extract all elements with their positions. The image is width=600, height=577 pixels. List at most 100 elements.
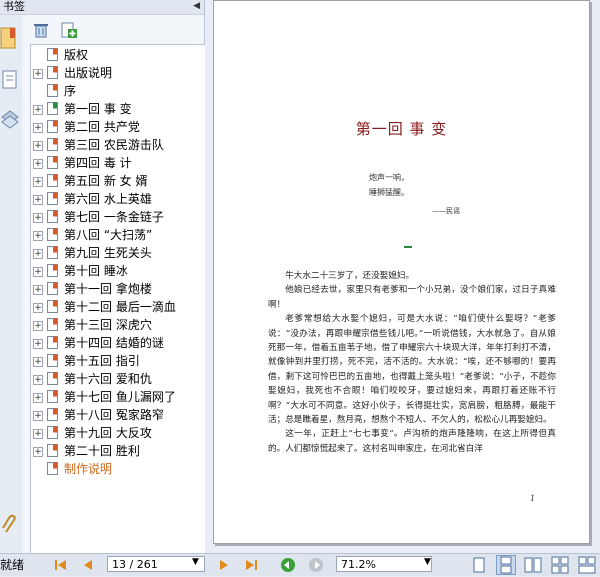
paragraph: 这一年，正赶上“七七事变”。卢沟桥的炮声隆隆响，在这上所得但真的。人们都惊慌起来… bbox=[268, 429, 556, 454]
bookmark-item[interactable]: + 第十九回 大反攻 bbox=[31, 424, 221, 442]
bookmark-icon bbox=[47, 102, 58, 115]
expand-icon[interactable]: + bbox=[33, 375, 43, 385]
paragraph: 牛大水二十三岁了，还没娶媳妇。 bbox=[285, 271, 415, 281]
bookmark-item[interactable]: + 第八回 “大扫荡” bbox=[31, 226, 221, 244]
expand-icon[interactable]: + bbox=[33, 267, 43, 277]
new-bookmark-icon[interactable] bbox=[60, 21, 78, 39]
bookmark-label: 第十一回 拿炮楼 bbox=[64, 282, 152, 296]
bookmark-icon bbox=[47, 300, 58, 313]
expand-icon[interactable]: + bbox=[33, 285, 43, 295]
bookmark-label: 第十八回 冤家路窄 bbox=[64, 408, 164, 422]
bookmark-item[interactable]: + 第十三回 深虎穴 bbox=[31, 316, 221, 334]
bookmark-icon bbox=[47, 336, 58, 349]
expand-icon[interactable]: + bbox=[33, 213, 43, 223]
bookmark-label: 第七回 一条金链子 bbox=[64, 210, 164, 224]
expand-icon[interactable]: + bbox=[33, 321, 43, 331]
bookmark-icon bbox=[47, 444, 58, 457]
bookmark-item[interactable]: + 第十五回 指引 bbox=[31, 352, 221, 370]
bookmark-icon bbox=[47, 354, 58, 367]
continuous-view-icon[interactable] bbox=[496, 555, 516, 575]
bookmarks-tab-icon[interactable] bbox=[0, 26, 20, 52]
expand-icon[interactable]: + bbox=[33, 177, 43, 187]
bookmark-item[interactable]: + 第六回 水上英雄 bbox=[31, 190, 221, 208]
expand-icon[interactable]: + bbox=[33, 231, 43, 241]
bookmark-label: 第三回 农民游击队 bbox=[64, 138, 164, 152]
bookmark-item[interactable]: + 第五回 新 女 婿 bbox=[31, 172, 221, 190]
bookmark-item[interactable]: + 第十一回 拿炮楼 bbox=[31, 280, 221, 298]
page-dropdown-chevron-icon[interactable]: ▼ bbox=[192, 557, 199, 567]
bookmark-item[interactable]: + 第十七回 鱼儿漏网了 bbox=[31, 388, 221, 406]
expand-icon[interactable]: + bbox=[33, 411, 43, 421]
bookmark-item[interactable]: + 第九回 生死关头 bbox=[31, 244, 221, 262]
bookmark-label: 第六回 水上英雄 bbox=[64, 192, 152, 206]
bookmark-icon bbox=[47, 390, 58, 403]
collapse-panel-icon[interactable]: ◀ bbox=[193, 1, 200, 11]
expand-icon[interactable]: + bbox=[33, 141, 43, 151]
bookmark-item[interactable]: + 第十四回 结婚的谜 bbox=[31, 334, 221, 352]
last-page-button[interactable] bbox=[243, 557, 259, 573]
status-text: 就绪 bbox=[0, 558, 25, 572]
cover-view-icon[interactable] bbox=[578, 556, 596, 574]
status-bar: 就绪 13 / 261 ▼ 71.2% ▼ bbox=[0, 553, 600, 576]
single-page-view-icon[interactable] bbox=[470, 556, 488, 574]
zoom-input[interactable]: 71.2% bbox=[336, 556, 432, 572]
next-page-button[interactable] bbox=[216, 557, 232, 573]
facing-view-icon[interactable] bbox=[524, 556, 542, 574]
bookmark-item[interactable]: + 第二回 共产党 bbox=[31, 118, 221, 136]
bookmark-label: 第十九回 大反攻 bbox=[64, 426, 152, 440]
bookmark-item[interactable]: 制作说明 bbox=[31, 460, 221, 478]
bookmarks-toolbar bbox=[22, 15, 204, 45]
bookmark-item[interactable]: + 第十八回 冤家路窄 bbox=[31, 406, 221, 424]
bookmark-icon bbox=[47, 462, 58, 475]
pages-tab-icon[interactable] bbox=[0, 68, 20, 94]
page-number: 1 bbox=[530, 494, 536, 503]
section-mark bbox=[404, 246, 412, 248]
bookmark-icon bbox=[47, 120, 58, 133]
continuous-facing-view-icon[interactable] bbox=[551, 556, 569, 574]
bookmark-item[interactable]: + 第二十回 胜利 bbox=[31, 442, 221, 460]
expand-icon[interactable]: + bbox=[33, 429, 43, 439]
bookmark-icon bbox=[47, 138, 58, 151]
expand-icon[interactable]: + bbox=[33, 195, 43, 205]
attachments-tab-icon[interactable] bbox=[0, 512, 20, 538]
bookmark-item[interactable]: + 第一回 事 变 bbox=[31, 100, 221, 118]
bookmark-label: 第十四回 结婚的谜 bbox=[64, 336, 164, 350]
zoom-dropdown-chevron-icon[interactable]: ▼ bbox=[424, 557, 431, 567]
expand-icon[interactable]: + bbox=[33, 249, 43, 259]
bookmark-item[interactable]: + 第十六回 爱和仇 bbox=[31, 370, 221, 388]
expand-icon[interactable]: + bbox=[33, 69, 43, 79]
page-number-input[interactable]: 13 / 261 bbox=[107, 556, 205, 572]
document-page: 第一回 事 变 炮声一响， 睡狮猛醒。 ——民谣 牛大水二十三岁了，还没娶媳妇。… bbox=[213, 0, 590, 544]
expand-icon[interactable]: + bbox=[33, 105, 43, 115]
bookmark-item[interactable]: + 第三回 农民游击队 bbox=[31, 136, 221, 154]
bookmark-label: 第十三回 深虎穴 bbox=[64, 318, 152, 332]
bookmark-item[interactable]: + 出版说明 bbox=[31, 64, 221, 82]
expand-icon[interactable]: + bbox=[33, 303, 43, 313]
document-view[interactable]: 第一回 事 变 炮声一响， 睡狮猛醒。 ——民谣 牛大水二十三岁了，还没娶媳妇。… bbox=[205, 0, 600, 553]
bookmark-item[interactable]: + 第十二回 最后一滴血 bbox=[31, 298, 221, 316]
delete-bookmark-icon[interactable] bbox=[32, 21, 50, 39]
bookmark-label: 制作说明 bbox=[64, 462, 113, 476]
bookmark-item[interactable]: 序 bbox=[31, 82, 221, 100]
bookmark-item[interactable]: + 第七回 一条金链子 bbox=[31, 208, 221, 226]
layers-tab-icon[interactable] bbox=[0, 108, 20, 134]
bookmark-icon bbox=[47, 210, 58, 223]
expand-icon[interactable]: + bbox=[33, 447, 43, 457]
bookmark-item[interactable]: + 第四回 毒 计 bbox=[31, 154, 221, 172]
expand-icon[interactable]: + bbox=[33, 159, 43, 169]
expand-icon[interactable]: + bbox=[33, 393, 43, 403]
bookmark-label: 序 bbox=[64, 84, 77, 98]
bookmark-item[interactable]: 版权 bbox=[31, 46, 221, 64]
go-back-button[interactable] bbox=[280, 557, 296, 573]
bookmark-icon bbox=[47, 372, 58, 385]
expand-icon[interactable]: + bbox=[33, 123, 43, 133]
bookmark-label: 第四回 毒 计 bbox=[64, 156, 132, 170]
bookmark-item[interactable]: + 第十回 睡冰 bbox=[31, 262, 221, 280]
bookmark-label: 第十五回 指引 bbox=[64, 354, 140, 368]
previous-page-button[interactable] bbox=[80, 557, 96, 573]
first-page-button[interactable] bbox=[53, 557, 69, 573]
expand-icon[interactable]: + bbox=[33, 357, 43, 367]
go-forward-button[interactable] bbox=[308, 557, 324, 573]
expand-icon[interactable]: + bbox=[33, 339, 43, 349]
bookmark-icon bbox=[47, 264, 58, 277]
